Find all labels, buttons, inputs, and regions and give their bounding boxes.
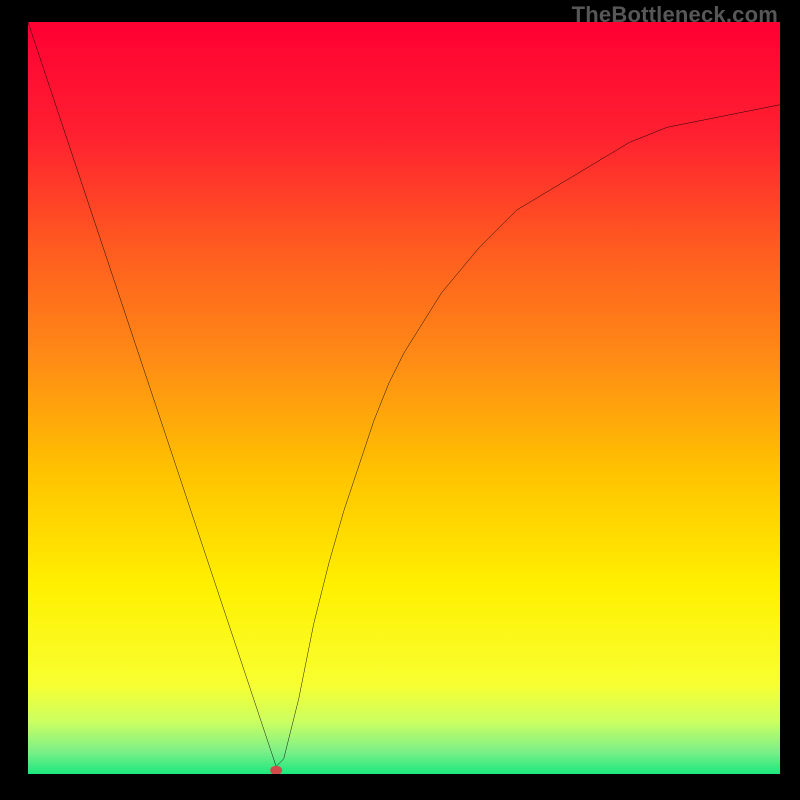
chart-container: TheBottleneck.com: [0, 0, 800, 800]
minimum-marker: [270, 766, 282, 774]
gradient-background: [28, 22, 780, 774]
plot-frame: [28, 22, 780, 774]
bottleneck-curve: [28, 22, 780, 766]
curve-layer: [28, 22, 780, 774]
plot-area: [28, 22, 780, 774]
